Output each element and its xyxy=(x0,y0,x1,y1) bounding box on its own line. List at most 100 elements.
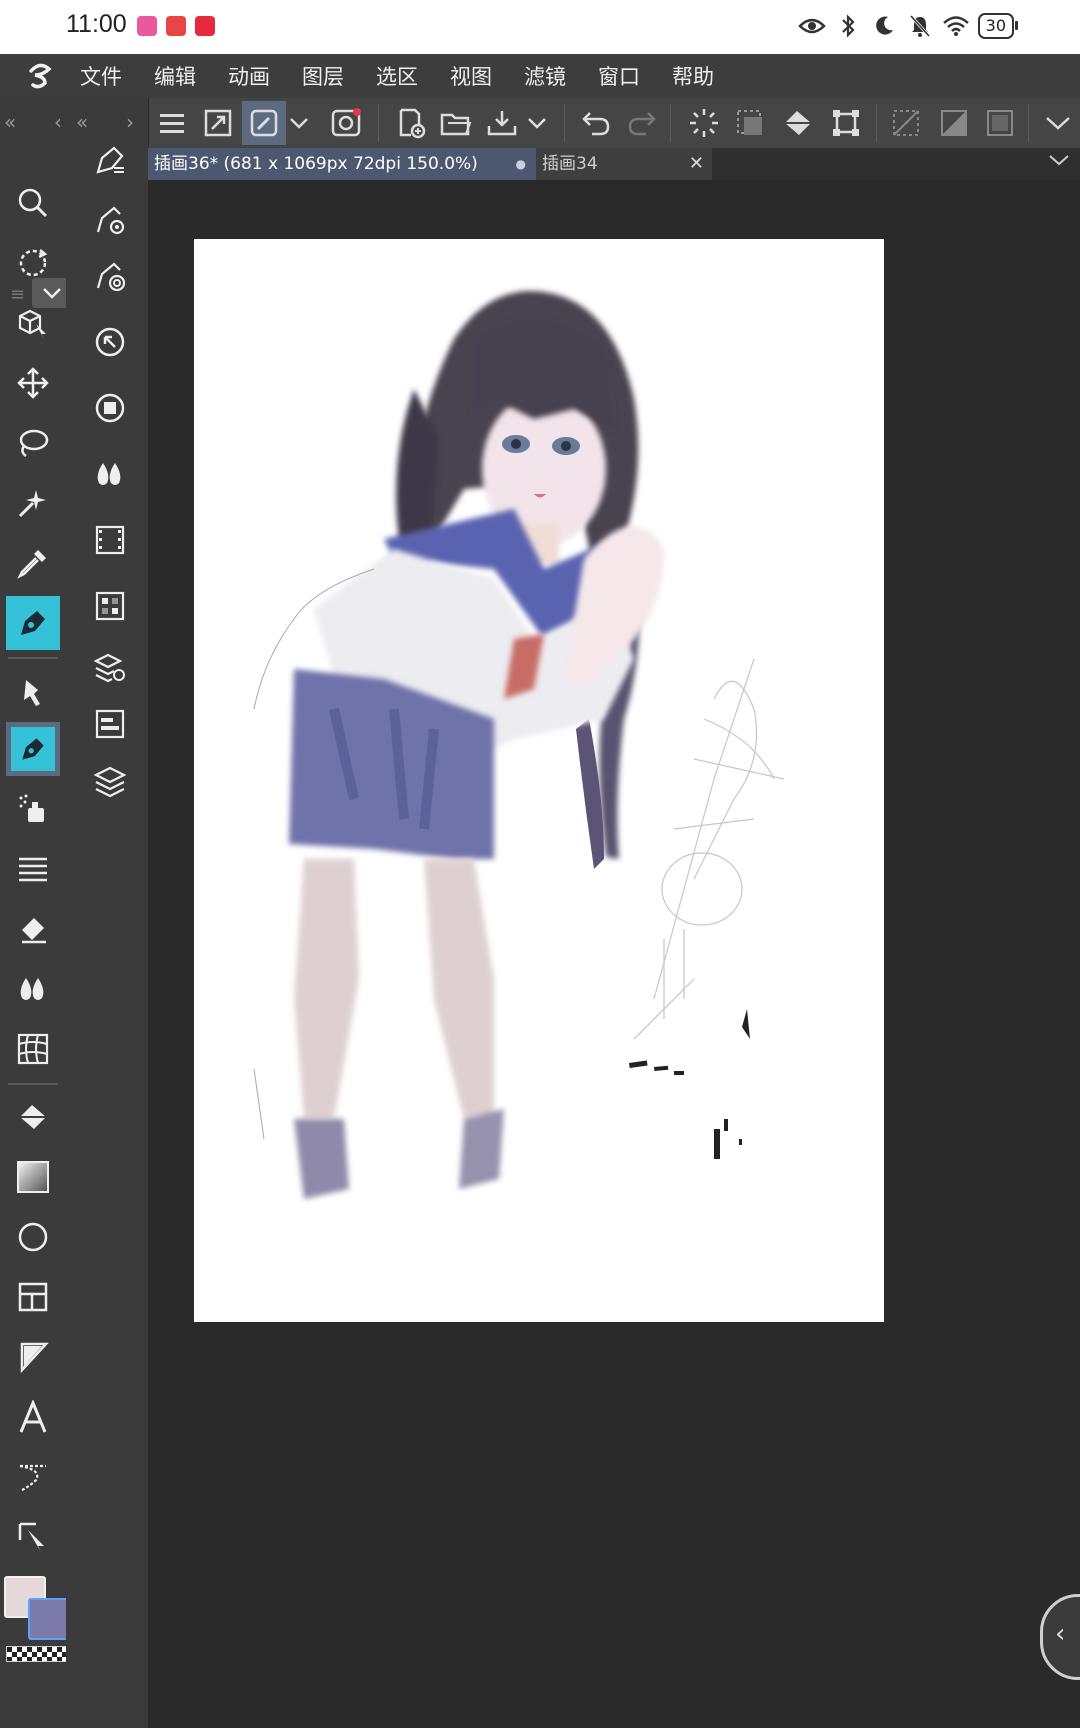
select-area-icon[interactable] xyxy=(728,101,772,145)
magic-wand-icon[interactable] xyxy=(6,476,60,530)
deselect-icon[interactable] xyxy=(884,101,928,145)
layer-property-icon[interactable] xyxy=(84,642,136,694)
eyedropper-icon[interactable] xyxy=(6,536,60,590)
lasso-icon[interactable] xyxy=(6,416,60,470)
eraser-icon[interactable] xyxy=(6,902,60,956)
menu-file[interactable]: 文件 xyxy=(80,61,122,91)
app-notification-icon xyxy=(137,16,157,36)
battery-level: 30 xyxy=(977,13,1019,39)
open-folder-icon[interactable] xyxy=(434,101,478,145)
pen-active-icon[interactable] xyxy=(6,722,60,776)
tool-separator xyxy=(8,657,58,659)
drawing-canvas[interactable] xyxy=(194,239,884,1322)
transform-icon[interactable] xyxy=(824,101,868,145)
menu-animation[interactable]: 动画 xyxy=(228,61,270,91)
tab-illustration-36[interactable]: 插画36* (681 x 1069px 72dpi 150.0%) ● xyxy=(148,148,540,180)
artwork-illustration xyxy=(253,291,785,1199)
fullscreen-icon[interactable] xyxy=(196,101,240,145)
save-icon[interactable] xyxy=(480,101,524,145)
loading-spinner-icon[interactable] xyxy=(682,101,726,145)
modified-dot-icon: ● xyxy=(515,157,526,171)
menu-selection[interactable]: 选区 xyxy=(376,61,418,91)
menu-view[interactable]: 视图 xyxy=(450,61,492,91)
mesh-icon[interactable] xyxy=(6,1022,60,1076)
text-icon[interactable] xyxy=(6,1390,60,1444)
collapse-left-icon[interactable]: « xyxy=(4,110,16,134)
rotate-icon[interactable] xyxy=(6,236,60,290)
new-canvas-icon[interactable] xyxy=(390,101,434,145)
layers-icon[interactable] xyxy=(84,756,136,808)
bluetooth-icon xyxy=(834,12,862,40)
bell-off-icon xyxy=(906,12,934,40)
chevron-down-icon[interactable] xyxy=(1048,152,1070,171)
status-icons: 30 xyxy=(797,12,1019,40)
app-logo-icon[interactable] xyxy=(0,54,80,98)
side-panel-handle[interactable]: ‹ xyxy=(1040,1594,1080,1680)
fill-icon[interactable] xyxy=(6,1090,60,1144)
tab-illustration-34[interactable]: 插画34 ✕ xyxy=(536,148,712,180)
wifi-icon xyxy=(942,12,970,40)
tool-separator xyxy=(8,1083,58,1085)
lines-icon[interactable] xyxy=(6,842,60,896)
airbrush-icon[interactable] xyxy=(6,782,60,836)
color-set-icon[interactable] xyxy=(84,580,136,632)
chevron-right-icon[interactable]: › xyxy=(126,110,134,134)
hamburger-menu-icon[interactable] xyxy=(150,101,194,145)
moon-icon xyxy=(870,12,898,40)
toolbar-separator xyxy=(1028,104,1029,142)
gradient-icon[interactable] xyxy=(6,1150,60,1204)
chevron-left-icon: ‹ xyxy=(1055,1619,1066,1649)
color-circle-icon[interactable] xyxy=(84,382,136,434)
redo-icon[interactable] xyxy=(620,101,664,145)
toolbar-separator xyxy=(670,104,671,142)
tool-property-icon[interactable] xyxy=(84,698,136,750)
undo-icon[interactable] xyxy=(574,101,618,145)
navigator-icon[interactable] xyxy=(84,316,136,368)
menu-bar: 文件 编辑 动画 图层 选区 视图 滤镜 窗口 帮助 xyxy=(0,54,1080,98)
toolbar-separator xyxy=(378,104,379,142)
3d-object-icon[interactable] xyxy=(6,296,60,350)
menu-edit[interactable]: 编辑 xyxy=(154,61,196,91)
command-bar: « ‹ « › xyxy=(0,98,1080,148)
balloon-icon[interactable] xyxy=(6,1450,60,1504)
animation-timeline-icon[interactable] xyxy=(84,514,136,566)
eye-icon xyxy=(797,12,826,40)
companion-mode-icon[interactable] xyxy=(324,101,368,145)
toolbar-separator xyxy=(876,104,877,142)
sub-tool-target-icon[interactable] xyxy=(84,250,136,302)
background-color-swatch[interactable] xyxy=(28,1598,70,1640)
transparent-color-swatch[interactable] xyxy=(6,1646,68,1662)
app-notification-icon xyxy=(195,16,215,36)
menu-window[interactable]: 窗口 xyxy=(598,61,640,91)
tab-label: 插画36* (681 x 1069px 72dpi 150.0%) xyxy=(154,154,478,174)
correct-line-icon[interactable] xyxy=(6,1510,60,1564)
menu-help[interactable]: 帮助 xyxy=(672,61,714,91)
pen-icon[interactable] xyxy=(6,596,60,650)
zoom-icon[interactable] xyxy=(6,176,60,230)
ruler-icon[interactable] xyxy=(6,1330,60,1384)
chevron-down-icon[interactable] xyxy=(284,101,314,145)
status-time: 11:00 xyxy=(66,10,127,38)
color-mix-icon[interactable] xyxy=(84,448,136,500)
collapse-mid-icon[interactable]: ‹ xyxy=(54,110,62,134)
expand-icon[interactable]: « xyxy=(76,110,88,134)
frame-icon[interactable] xyxy=(6,1270,60,1324)
tab-label: 插画34 xyxy=(542,154,598,174)
selection-border-icon[interactable] xyxy=(978,101,1022,145)
chevron-down-icon[interactable] xyxy=(522,101,552,145)
move-icon[interactable] xyxy=(6,356,60,410)
sub-tool-pen-icon[interactable] xyxy=(84,134,136,186)
invert-selection-icon[interactable] xyxy=(932,101,976,145)
close-icon[interactable]: ✕ xyxy=(689,148,704,180)
chevron-down-icon[interactable] xyxy=(1036,101,1080,145)
g-pen-icon[interactable] xyxy=(6,666,60,720)
menu-layer[interactable]: 图层 xyxy=(302,61,344,91)
fill-bucket-icon[interactable] xyxy=(776,101,820,145)
edit-mode-icon[interactable] xyxy=(242,101,286,145)
menu-filter[interactable]: 滤镜 xyxy=(524,61,566,91)
sub-tool-settings-icon[interactable] xyxy=(84,194,136,246)
app-notification-icon xyxy=(166,16,186,36)
document-tabs: 插画36* (681 x 1069px 72dpi 150.0%) ● 插画34… xyxy=(148,148,1080,180)
ellipse-icon[interactable] xyxy=(6,1210,60,1264)
blend-icon[interactable] xyxy=(6,962,60,1016)
